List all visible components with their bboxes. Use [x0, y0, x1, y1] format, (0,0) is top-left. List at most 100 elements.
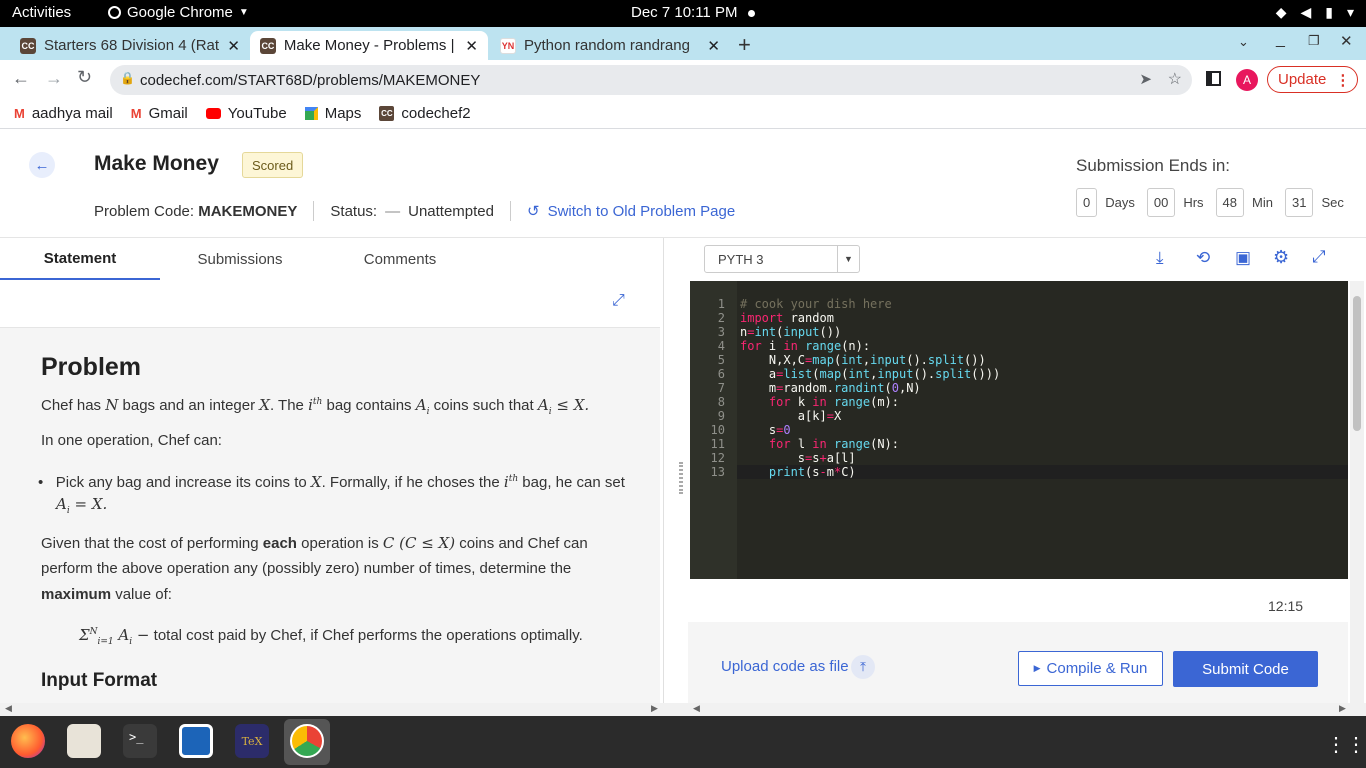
line-number: 2 [717, 311, 725, 325]
scroll-left-icon[interactable]: ◀ [693, 703, 700, 714]
panel-splitter[interactable] [679, 462, 683, 494]
timer-hrs-label: Hrs [1183, 195, 1204, 210]
app-menu[interactable]: Google Chrome ▼ [108, 4, 249, 21]
language-select[interactable]: PYTH 3 ▼ [704, 245, 860, 273]
problem-code: MAKEMONEY [198, 202, 298, 220]
scroll-right-icon[interactable]: ▶ [651, 703, 658, 714]
code-line[interactable]: N,X,C=map(int,input().split()) [740, 353, 986, 367]
code-line[interactable]: # cook your dish here [740, 297, 892, 311]
code-line[interactable]: a=list(map(int,input().split())) [740, 367, 1000, 381]
upload-file-link[interactable]: Upload code as file [721, 658, 849, 675]
line-number-gutter: 1 2 3 4 5 6 7 8 9 10 11 12 13 [690, 281, 737, 579]
close-icon[interactable]: ✕ [465, 37, 478, 55]
tab-comments[interactable]: Comments [320, 238, 480, 280]
forward-button[interactable]: → [45, 68, 63, 89]
side-panel-icon[interactable] [1206, 71, 1221, 86]
tab-make-money[interactable]: CC Make Money - Problems | C ✕ [250, 31, 488, 60]
code-editor[interactable]: 1 2 3 4 5 6 7 8 9 10 11 12 13 # cook your dish here i… [690, 281, 1348, 579]
download-icon[interactable]: ⤓ [1156, 248, 1164, 268]
close-window-button[interactable]: ✕ [1340, 32, 1353, 50]
tab-python-random[interactable]: YN Python random randrang ✕ [490, 31, 730, 60]
restore-button[interactable]: ❐ [1308, 33, 1320, 49]
status-label: Status: [330, 202, 378, 220]
timer-days-label: Days [1105, 195, 1135, 210]
system-tray[interactable]: ◆ ◀ ▮ ▾ [1276, 4, 1354, 21]
close-icon[interactable]: ✕ [707, 37, 720, 55]
back-button[interactable]: ← [12, 68, 30, 89]
timer-hrs: 00 [1146, 188, 1176, 217]
gmail-icon: M [130, 106, 142, 121]
statement-paragraph-2: In one operation, Chef can: [41, 432, 222, 449]
tab-submissions[interactable]: Submissions [160, 238, 320, 280]
terminal-icon[interactable]: >_ [123, 724, 157, 758]
clock[interactable]: Dec 7 10:11 PM [631, 4, 737, 21]
dock: >_ TeX ⋮⋮ [0, 716, 1366, 768]
code-line[interactable]: for l in range(N): [740, 437, 899, 451]
bookmark-label: YouTube [227, 105, 287, 122]
bookmark-star-icon[interactable]: ☆ [1168, 69, 1182, 89]
statement-panel: Statement Submissions Comments ⤢ Problem… [0, 238, 664, 703]
text-editor-icon[interactable] [179, 724, 213, 758]
bookmark-label: Maps [324, 105, 362, 122]
app-grid-icon[interactable]: ⋮⋮ [1326, 732, 1366, 757]
problem-heading: Problem [41, 353, 142, 381]
tab-search-button[interactable]: ⌄ [1238, 34, 1249, 50]
code-line[interactable]: a[k]=X [740, 409, 841, 423]
fullscreen-icon[interactable]: ⤢ [1312, 247, 1326, 267]
expand-icon[interactable]: ⤢ [612, 292, 625, 310]
profile-avatar[interactable]: A [1236, 69, 1258, 91]
update-button[interactable]: Update ⋮ [1267, 66, 1358, 93]
line-number: 9 [717, 409, 725, 423]
address-bar[interactable]: 🔒 codechef.com/START68D/problems/MAKEMON… [110, 65, 1192, 95]
firefox-icon[interactable] [11, 724, 45, 758]
chrome-icon [108, 6, 121, 19]
code-line[interactable]: n=int(input()) [740, 325, 841, 339]
bookmarks-bar: Maadhya mail M Gmail YouTube Maps CC codec… [0, 99, 1366, 129]
back-arrow-button[interactable]: ← [29, 152, 55, 178]
bookmark-codechef2[interactable]: CC codechef2 [379, 105, 471, 122]
text: value of: [111, 586, 172, 603]
code-line[interactable]: print(s-m*C) [740, 465, 856, 479]
code-line[interactable]: m=random.randint(0,N) [740, 381, 921, 395]
save-icon[interactable]: ▣ [1235, 248, 1251, 268]
problem-header: ← Make Money Scored Problem Code: MAKEMO… [0, 132, 1366, 238]
code-line[interactable]: s=0 [740, 423, 791, 437]
reset-icon[interactable]: ⟲ [1196, 248, 1210, 268]
scroll-left-icon[interactable]: ◀ [5, 703, 12, 714]
scroll-right-icon[interactable]: ▶ [1339, 703, 1346, 714]
compile-label: Compile & Run [1046, 660, 1148, 677]
scroll-thumb[interactable] [1353, 296, 1361, 431]
send-icon[interactable]: ➤ [1139, 70, 1152, 88]
chrome-icon[interactable] [290, 724, 324, 758]
bookmark-maps[interactable]: Maps [304, 105, 362, 122]
app-name: Google Chrome [127, 4, 233, 21]
activities-button[interactable]: Activities [12, 4, 71, 21]
switch-old-page-link[interactable]: Switch to Old Problem Page [548, 203, 736, 220]
status-value: Unattempted [408, 202, 494, 220]
horizontal-scrollbar[interactable]: ◀ ▶ ◀ ▶ [0, 703, 1366, 716]
close-icon[interactable]: ✕ [227, 37, 240, 55]
reload-button[interactable]: ↻ [77, 67, 92, 88]
compile-run-button[interactable]: ▶ Compile & Run [1018, 651, 1163, 686]
statement-paragraph-3-line3: maximum value of: [41, 582, 172, 607]
code-line[interactable]: for k in range(m): [740, 395, 899, 409]
texmaker-icon[interactable]: TeX [235, 724, 269, 758]
code-line[interactable]: s=s+a[l] [740, 451, 856, 465]
new-tab-button[interactable]: + [738, 32, 751, 58]
code-line[interactable]: import random [740, 311, 834, 325]
minimize-button[interactable]: _ [1276, 31, 1285, 49]
files-icon[interactable] [67, 724, 101, 758]
editor-scrollbar[interactable] [1350, 281, 1364, 703]
bookmark-aadhya-mail[interactable]: Maadhya mail [14, 105, 113, 122]
text: bag, he can set [518, 474, 625, 491]
code-line[interactable]: for i in range(n): [740, 339, 870, 353]
bookmark-youtube[interactable]: YouTube [205, 105, 287, 122]
tab-starters[interactable]: CC Starters 68 Division 4 (Rat ✕ [10, 31, 250, 60]
gear-icon[interactable]: ⚙ [1273, 247, 1289, 268]
tab-statement[interactable]: Statement [0, 238, 160, 280]
submit-code-button[interactable]: Submit Code [1173, 651, 1318, 687]
bookmark-label: Gmail [148, 105, 188, 122]
editor-time: 12:15 [1268, 598, 1304, 614]
bookmark-gmail[interactable]: M Gmail [131, 105, 188, 122]
upload-icon[interactable]: ⤒ [851, 655, 875, 679]
